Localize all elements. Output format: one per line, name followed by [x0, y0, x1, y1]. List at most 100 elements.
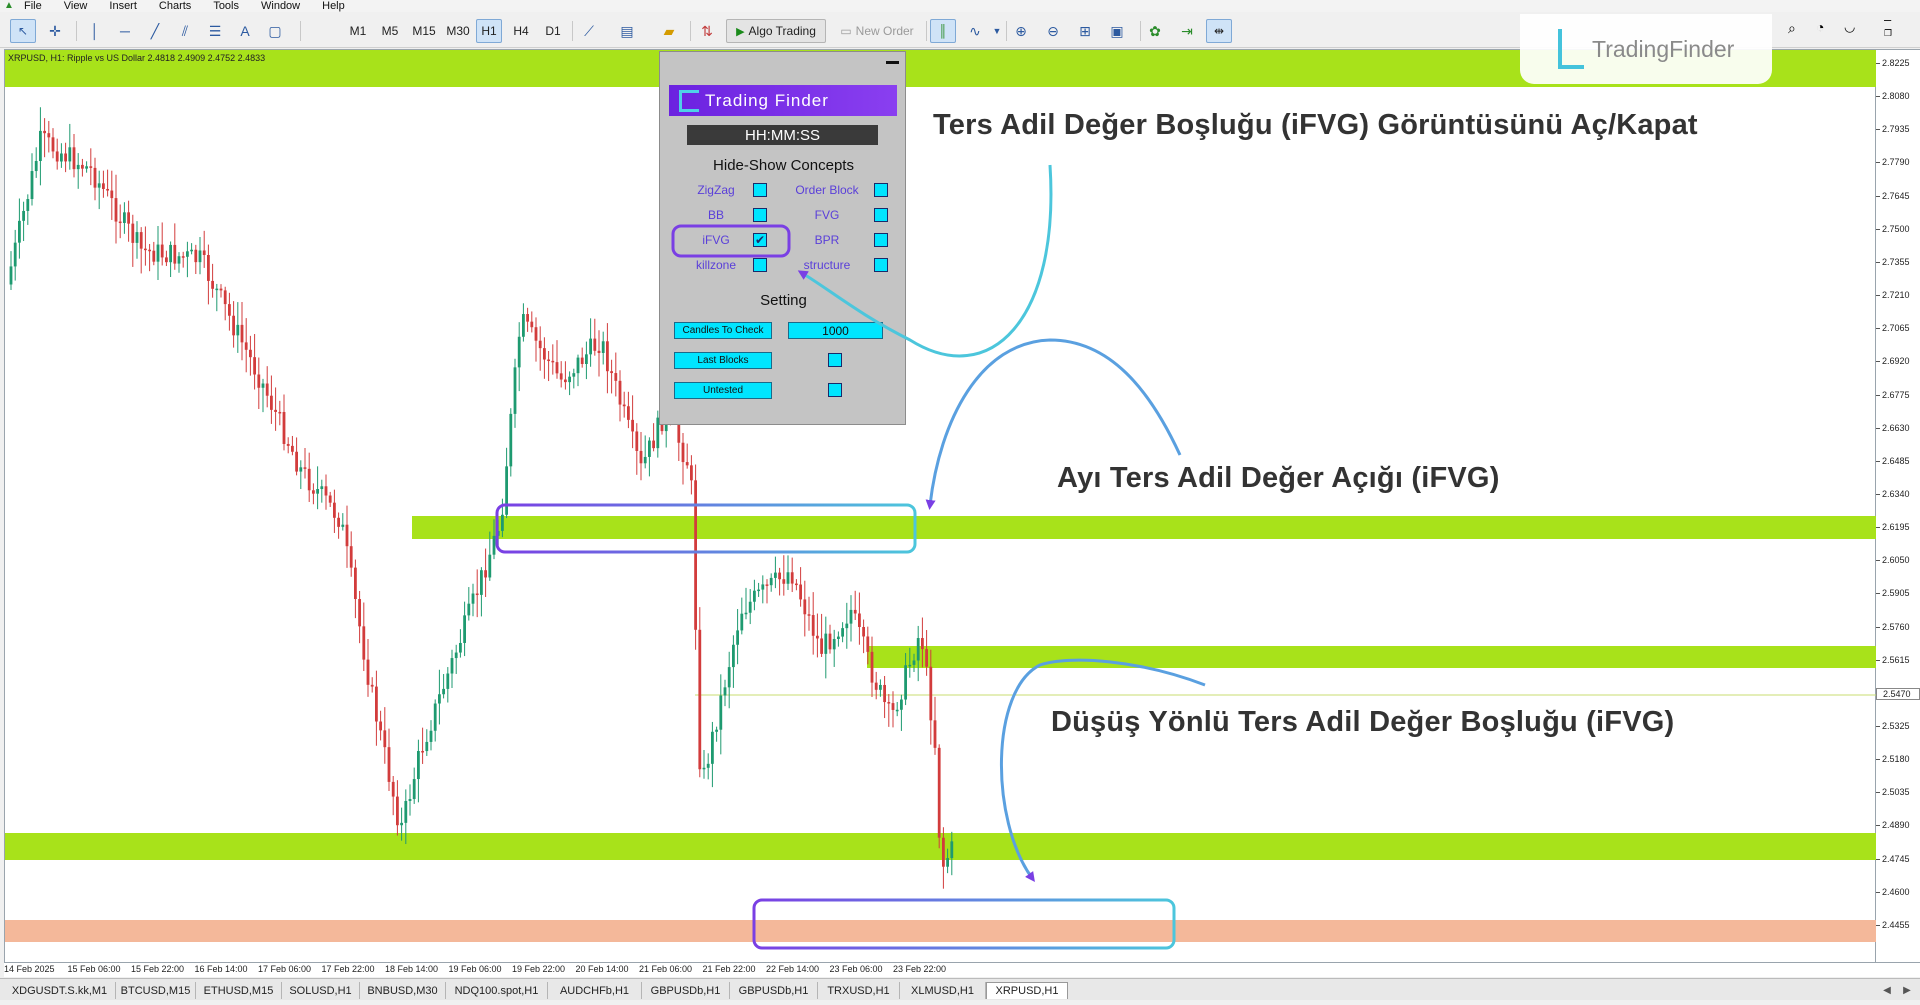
checkbox-zigzag[interactable] [753, 183, 767, 197]
candles-to-check-button[interactable]: Candles To Check [674, 322, 772, 339]
checkbox-bb[interactable] [753, 208, 767, 222]
candle-body [593, 338, 597, 351]
cursor-button[interactable]: ↖ [10, 19, 36, 43]
tf-h4[interactable]: H4 [508, 19, 534, 43]
tradingfinder-logo-icon [1558, 29, 1584, 69]
templates-icon[interactable]: ▤ [618, 23, 636, 39]
last-blocks-button[interactable]: Last Blocks [674, 352, 772, 369]
horizontal-line-icon[interactable]: ─ [116, 23, 134, 39]
candle-body [26, 199, 30, 211]
search-icon[interactable]: ⌕ [1788, 20, 1796, 37]
vertical-line-icon[interactable]: │ [86, 23, 104, 39]
new-order-button[interactable]: ▭ New Order [834, 19, 920, 43]
symbol-tab[interactable]: BNBUSD,M30 [360, 982, 446, 999]
symbol-tab[interactable]: GBPUSDb,H1 [642, 982, 730, 999]
current-price-label: 2.5470 [1876, 687, 1920, 700]
checkbox-fvg[interactable] [874, 208, 888, 222]
checkbox-last-blocks[interactable] [828, 353, 842, 367]
candle-body [627, 406, 630, 420]
price-label: 2.8080 [1882, 91, 1910, 102]
tf-m15[interactable]: M15 [408, 19, 440, 43]
candle-body [299, 467, 303, 472]
indicators-icon[interactable]: ⟋ [580, 23, 598, 39]
trendline-icon[interactable]: ╱ [146, 23, 164, 39]
symbol-tab[interactable]: TRXUSD,H1 [818, 982, 900, 999]
price-tick [1876, 825, 1880, 827]
tf-m30[interactable]: M30 [442, 19, 474, 43]
depth-button[interactable]: ⇹ [1206, 19, 1232, 43]
menu-view[interactable]: View [64, 0, 88, 12]
folder-icon[interactable]: ▰ [660, 23, 678, 39]
channel-icon[interactable]: ⫽ [176, 23, 194, 39]
minimize-icon[interactable] [886, 61, 899, 64]
restore-icon[interactable]: ❐ [1884, 28, 1892, 39]
candlestick-chart-button[interactable]: ║ [930, 19, 956, 43]
chart-shift-icon[interactable]: ⇥ [1178, 23, 1196, 39]
grid-icon[interactable]: ⊞ [1076, 23, 1094, 39]
price-tick [1876, 560, 1880, 562]
fibonacci-icon[interactable]: ☰ [206, 23, 224, 39]
line-chart-icon[interactable]: ∿ [966, 23, 984, 39]
checkbox-untested[interactable] [828, 383, 842, 397]
tf-h1[interactable]: H1 [476, 19, 502, 43]
symbol-tab[interactable]: SOLUSD,H1 [282, 982, 360, 999]
menu-help[interactable]: Help [322, 0, 345, 12]
untested-button[interactable]: Untested [674, 382, 772, 399]
menu-charts[interactable]: Charts [159, 0, 191, 12]
chevron-down-icon[interactable]: ▼ [988, 23, 1006, 39]
symbol-tab[interactable]: XRPUSD,H1 [986, 982, 1068, 999]
trade-icon[interactable]: ⇅ [698, 23, 716, 39]
menu-window[interactable]: Window [261, 0, 300, 12]
candles-to-check-input[interactable]: 1000 [788, 322, 883, 339]
candle-body [803, 599, 807, 615]
tf-m5[interactable]: M5 [376, 19, 404, 43]
price-tick [1876, 162, 1880, 164]
minimize-icon[interactable]: – [1884, 12, 1891, 27]
zoom-out-icon[interactable]: ⊖ [1044, 23, 1062, 39]
symbol-tab[interactable]: AUDCHFb,H1 [548, 982, 642, 999]
symbol-tab[interactable]: GBPUSDb,H1 [730, 982, 818, 999]
candle-body [883, 684, 886, 703]
account-icon[interactable]: ◡ [1844, 19, 1855, 35]
indicator-panel[interactable]: Trading Finder HH:MM:SS Hide-Show Concep… [659, 51, 906, 425]
autoscroll-icon[interactable]: ✿ [1146, 23, 1164, 39]
symbol-tab[interactable]: XLMUSD,H1 [900, 982, 986, 999]
candle-body [240, 324, 244, 343]
checkbox-structure[interactable] [874, 258, 888, 272]
checkbox-bpr[interactable] [874, 233, 888, 247]
chevron-left-icon[interactable]: ◀ [1880, 983, 1894, 997]
checkbox-order-block[interactable] [874, 183, 888, 197]
menu-tools[interactable]: Tools [213, 0, 239, 12]
algo-trading-button[interactable]: ▶ Algo Trading [726, 19, 826, 43]
symbol-tab[interactable]: XDGUSDT.S.kk,M1 [4, 982, 116, 999]
price-label: 2.7210 [1882, 290, 1910, 301]
shapes-icon[interactable]: ▢ [266, 23, 284, 39]
tf-m1[interactable]: M1 [344, 19, 372, 43]
candle-body [643, 456, 647, 464]
candle-body [937, 747, 941, 838]
price-scale[interactable]: 2.8225 2.8080 2.7935 2.7790 2.7645 2.7500 2.73… [1876, 49, 1920, 963]
candle-body [534, 327, 538, 341]
chart-area[interactable] [4, 49, 1877, 963]
candle-body [438, 694, 441, 704]
time-scale[interactable]: 14 Feb 2025 15 Feb 06:00 15 Feb 22:00 16 Fe… [4, 963, 1920, 977]
price-label: 2.7065 [1882, 323, 1910, 334]
checkbox-ifvg[interactable]: ✔ [753, 233, 767, 247]
text-icon[interactable]: A [236, 23, 254, 39]
tf-d1[interactable]: D1 [540, 19, 566, 43]
candle-body [307, 468, 311, 491]
screenshot-icon[interactable]: ▣ [1108, 23, 1126, 39]
candle-body [244, 342, 248, 350]
symbol-tab[interactable]: NDQ100.spot,H1 [446, 982, 548, 999]
menu-insert[interactable]: Insert [109, 0, 137, 12]
candle-body [215, 288, 219, 291]
checkbox-killzone[interactable] [753, 258, 767, 272]
candle-body [22, 210, 25, 221]
menu-file[interactable]: File [24, 0, 42, 12]
symbol-tab[interactable]: BTCUSD,M15 [116, 982, 196, 999]
crosshair-icon[interactable]: ✛ [46, 23, 64, 39]
chevron-right-icon[interactable]: ▶ [1900, 983, 1914, 997]
symbol-tab[interactable]: ETHUSD,M15 [196, 982, 282, 999]
notifications-icon[interactable]: ◔ [1816, 19, 1824, 35]
zoom-in-icon[interactable]: ⊕ [1012, 23, 1030, 39]
